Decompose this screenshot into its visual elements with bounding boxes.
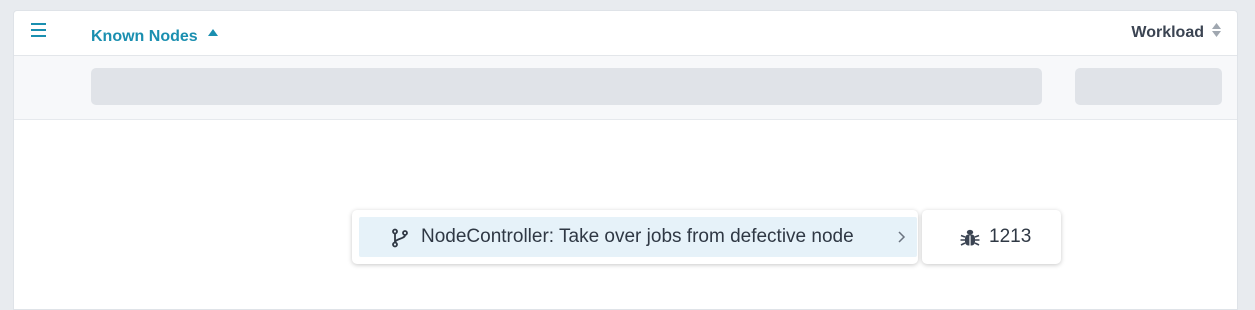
loading-placeholder-nodes — [91, 68, 1042, 105]
bug-icon — [959, 227, 981, 249]
sort-both-icon — [1212, 23, 1221, 42]
sort-ascending-icon — [207, 23, 218, 41]
column-header-label: Known Nodes — [91, 28, 198, 45]
job-item-label: NodeController: Take over jobs from defe… — [421, 226, 854, 247]
hamburger-menu-icon[interactable] — [31, 22, 47, 38]
git-branch-icon — [390, 228, 410, 248]
bug-count-badge[interactable]: 1213 — [922, 210, 1061, 264]
chevron-right-icon[interactable] — [897, 230, 907, 244]
column-header-workload[interactable]: Workload — [1131, 23, 1221, 42]
column-header-known-nodes[interactable]: Known Nodes — [91, 23, 218, 46]
nodes-table-panel: Known Nodes Workload — [13, 10, 1238, 310]
table-header: Known Nodes Workload — [14, 11, 1237, 56]
job-item-card: NodeController: Take over jobs from defe… — [352, 210, 918, 264]
column-header-label: Workload — [1131, 24, 1204, 41]
job-item[interactable]: NodeController: Take over jobs from defe… — [359, 217, 917, 257]
loading-row — [14, 56, 1237, 120]
bug-count-value: 1213 — [989, 226, 1032, 247]
loading-placeholder-workload — [1075, 68, 1222, 105]
